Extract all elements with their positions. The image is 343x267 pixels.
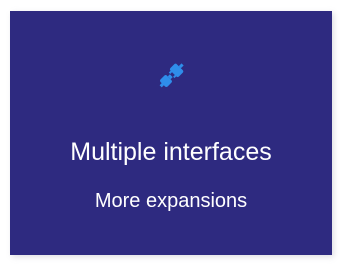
- card-title: Multiple interfaces: [70, 138, 272, 166]
- card-subtitle: More expansions: [94, 190, 248, 212]
- plug-icon: [155, 58, 189, 92]
- feature-card: Multiple interfaces More expansions: [10, 11, 332, 255]
